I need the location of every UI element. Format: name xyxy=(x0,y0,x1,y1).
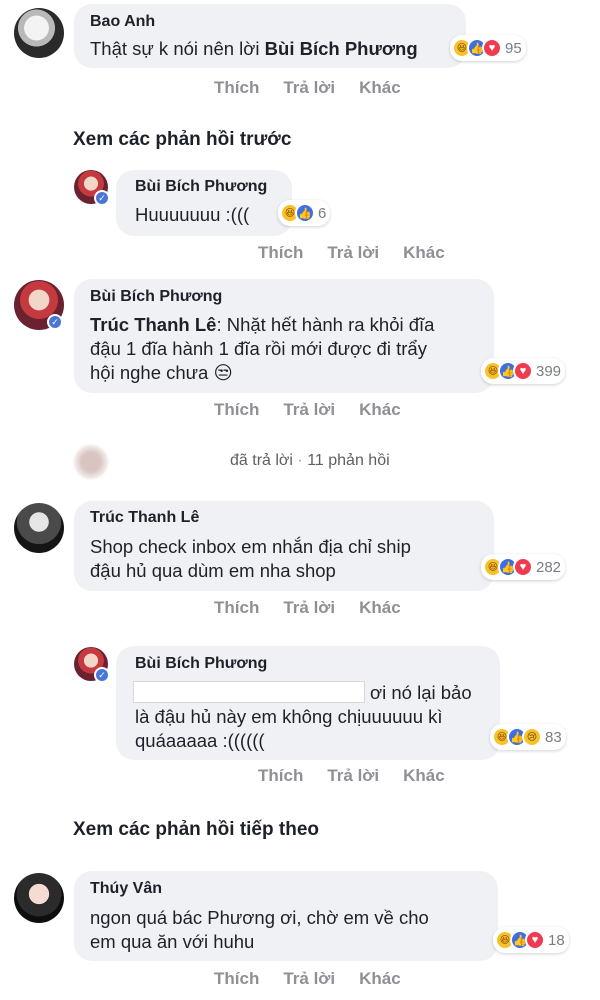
comment-actions: Thích Trả lời Khác xyxy=(214,78,425,98)
comment-text: Thật sự k nói nên lời Bùi Bích Phương xyxy=(90,37,418,60)
like-action[interactable]: Thích xyxy=(214,400,259,419)
reply-text-plain: : Nhặt hết hành ra khỏi đĩa xyxy=(216,314,435,335)
reply-author[interactable]: Bùi Bích Phương xyxy=(135,655,267,673)
more-action[interactable]: Khác xyxy=(359,969,401,988)
reply-action[interactable]: Trả lời xyxy=(327,766,379,785)
reply-text-line-1: Trúc Thanh Lê: Nhặt hết hành ra khỏi đĩa xyxy=(90,313,434,336)
love-reaction-icon: ♥ xyxy=(482,38,502,58)
reaction-count: 95 xyxy=(505,39,522,57)
love-reaction-icon: ♥ xyxy=(513,557,533,577)
reply-actions: Thích Trả lời Khác xyxy=(258,243,469,263)
more-action[interactable]: Khác xyxy=(403,766,445,785)
reply-actions: Thích Trả lời Khác xyxy=(214,400,425,420)
avatar-truc-thanh-le[interactable] xyxy=(14,503,64,553)
reaction-summary[interactable]: 😆 👍 ♥ 399 xyxy=(481,358,566,384)
redacted-text-block xyxy=(133,681,365,703)
reply-actions: Thích Trả lời Khác xyxy=(214,598,425,618)
like-action[interactable]: Thích xyxy=(214,598,259,617)
reply-action[interactable]: Trả lời xyxy=(283,400,335,419)
more-action[interactable]: Khác xyxy=(359,598,401,617)
reaction-summary[interactable]: 😆 👍 ♥ 282 xyxy=(481,554,566,580)
reply-text-line-2: đậu 1 đĩa hành 1 đĩa rồi mới được đi trẩ… xyxy=(90,338,427,359)
reply-text-line-3: quáaaaaa :(((((( xyxy=(135,730,265,751)
reply-action[interactable]: Trả lời xyxy=(283,78,335,97)
reply-action[interactable]: Trả lời xyxy=(283,969,335,988)
avatar-blurred[interactable] xyxy=(74,445,108,479)
reply-text-line-2: là đậu hủ này em không chịuuuuuu kì xyxy=(135,706,443,727)
reaction-count: 18 xyxy=(548,931,565,949)
reaction-summary[interactable]: 😆 👍 6 xyxy=(278,200,331,226)
reaction-count: 282 xyxy=(536,558,562,576)
love-reaction-icon: ♥ xyxy=(513,361,533,381)
reaction-summary[interactable]: 😆 👍 😢 83 xyxy=(490,724,566,750)
reply-text-line-2: đậu hủ qua dùm em nha shop xyxy=(90,560,336,581)
reply-text-line-3: hội nghe chưa 😒 xyxy=(90,362,233,383)
more-action[interactable]: Khác xyxy=(359,400,401,419)
reaction-count: 6 xyxy=(318,204,327,222)
mention-link[interactable]: Trúc Thanh Lê xyxy=(90,314,216,335)
like-reaction-icon: 👍 xyxy=(295,203,315,223)
more-action[interactable]: Khác xyxy=(359,78,401,97)
see-previous-replies-link[interactable]: Xem các phản hồi trước xyxy=(73,129,291,151)
avatar-thuy-van[interactable] xyxy=(14,873,64,923)
reply-summary[interactable]: đã trả lời · 11 phản hồi xyxy=(230,452,390,470)
comment-author[interactable]: Bao Anh xyxy=(90,13,155,31)
reply-actions: Thích Trả lời Khác xyxy=(258,766,469,786)
reaction-summary[interactable]: 😆 👍 ♥ 18 xyxy=(493,927,569,953)
love-reaction-icon: ♥ xyxy=(525,930,545,950)
avatar-bao-anh[interactable] xyxy=(14,8,64,58)
more-action[interactable]: Khác xyxy=(403,243,445,262)
reply-author[interactable]: Thúy Vân xyxy=(90,880,162,898)
reply-summary-text: đã trả lời xyxy=(230,452,293,469)
verified-badge-icon: ✓ xyxy=(94,190,110,206)
reply-text-line-1: Shop check inbox em nhắn địa chỉ ship xyxy=(90,536,411,557)
reply-author[interactable]: Bùi Bích Phương xyxy=(90,288,222,306)
reaction-count: 399 xyxy=(536,362,562,380)
reply-text-line-1: ơi nó lại bảo xyxy=(370,682,472,703)
reply-action[interactable]: Trả lời xyxy=(327,243,379,262)
like-action[interactable]: Thích xyxy=(214,78,259,97)
reaction-summary[interactable]: 😆 👍 ♥ 95 xyxy=(450,35,526,61)
sad-reaction-icon: 😢 xyxy=(522,727,542,747)
verified-badge-icon: ✓ xyxy=(47,314,63,330)
reaction-count: 83 xyxy=(545,728,562,746)
reply-action[interactable]: Trả lời xyxy=(283,598,335,617)
reply-text-line-1: ngon quá bác Phương ơi, chờ em về cho xyxy=(90,907,429,928)
reply-text-line-2: em qua ăn với huhu xyxy=(90,931,255,952)
reply-text: Huuuuuuu :((( xyxy=(135,204,250,225)
reply-author[interactable]: Trúc Thanh Lê xyxy=(90,509,199,527)
verified-badge-icon: ✓ xyxy=(94,667,110,683)
see-next-replies-link[interactable]: Xem các phản hồi tiếp theo xyxy=(73,819,319,841)
reply-count: 11 phản hồi xyxy=(307,452,390,469)
reply-author[interactable]: Bùi Bích Phương xyxy=(135,178,267,196)
like-action[interactable]: Thích xyxy=(214,969,259,988)
like-action[interactable]: Thích xyxy=(258,766,303,785)
like-action[interactable]: Thích xyxy=(258,243,303,262)
mention-link[interactable]: Bùi Bích Phương xyxy=(265,38,418,59)
reply-actions: Thích Trả lời Khác xyxy=(214,969,425,989)
comment-text-plain: Thật sự k nói nên lời xyxy=(90,38,265,59)
